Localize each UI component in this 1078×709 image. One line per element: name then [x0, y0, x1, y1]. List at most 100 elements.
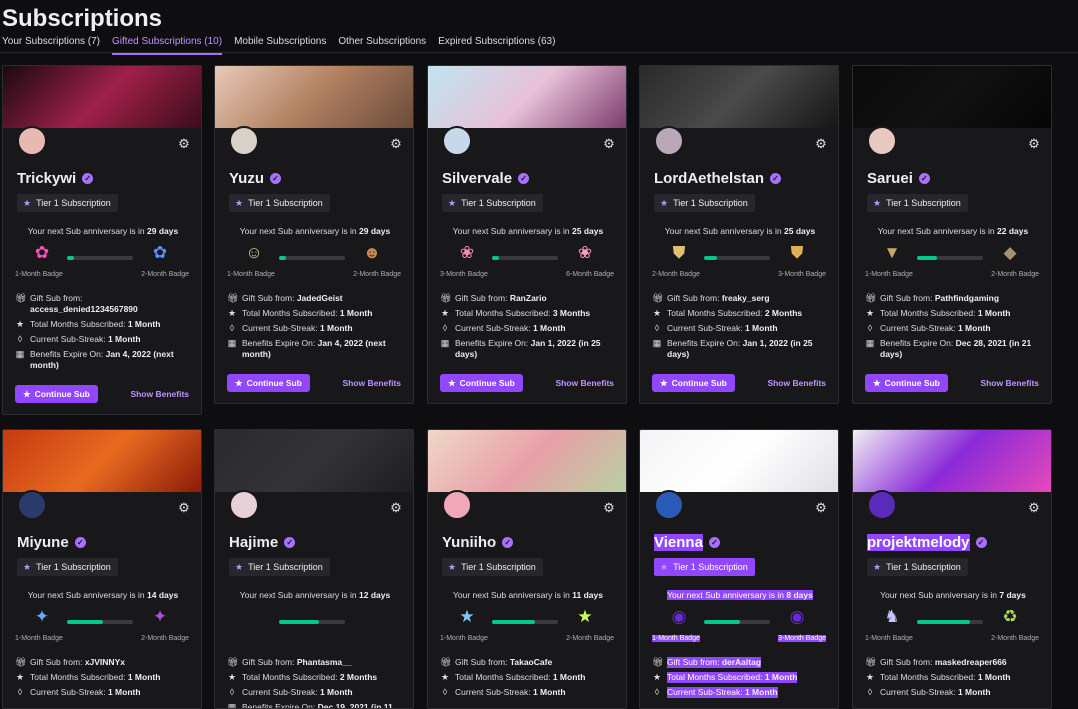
avatar[interactable]	[867, 126, 897, 156]
gear-icon[interactable]: ⚙	[177, 501, 191, 515]
avatar[interactable]	[229, 490, 259, 520]
expire-row: ▦ Benefits Expire On: Jan 1, 2022 (in 25…	[440, 338, 620, 360]
tab-expired-subscriptions[interactable]: Expired Subscriptions (63)	[438, 36, 555, 55]
streak-icon: ◊	[229, 323, 235, 333]
card-actions: ★ Continue Sub Show Benefits	[865, 374, 1039, 392]
tab-mobile-subscriptions[interactable]: Mobile Subscriptions	[234, 36, 326, 55]
subscription-card: ⚙ Hajime ✓ ★ Tier 1 Subscription Your ne…	[214, 429, 414, 709]
tab-gifted-subscriptions[interactable]: Gifted Subscriptions (10)	[112, 36, 223, 55]
channel-name[interactable]: projektmelody	[867, 534, 970, 551]
show-benefits-link[interactable]: Show Benefits	[767, 378, 826, 388]
gift-from-value: Phantasma__	[296, 657, 352, 667]
next-badge-label: 2-Month Badge	[141, 635, 189, 642]
anniversary-prefix: Your next Sub anniversary is in	[27, 590, 145, 600]
channel-name[interactable]: Vienna	[654, 534, 703, 551]
next-badge-label: 6-Month Badge	[566, 271, 614, 278]
avatar[interactable]	[442, 126, 472, 156]
gear-icon[interactable]: ⚙	[177, 137, 191, 151]
channel-name[interactable]: Yuzu	[229, 170, 264, 187]
continue-sub-button[interactable]: ★ Continue Sub	[15, 385, 98, 403]
anniversary-days: 8 days	[786, 590, 813, 600]
next-badge-icon: ❀	[577, 243, 593, 262]
continue-sub-button[interactable]: ★ Continue Sub	[227, 374, 310, 392]
avatar[interactable]	[17, 490, 47, 520]
next-badge-icon: ♻	[1002, 607, 1018, 626]
avatar[interactable]	[17, 126, 47, 156]
gift-from-value: Pathfindgaming	[934, 293, 1000, 303]
subscription-card: ⚙ Yuzu ✓ ★ Tier 1 Subscription Your next…	[214, 65, 414, 404]
badge-progress-bar	[492, 256, 558, 260]
subscription-info: 🎁︎ Gift Sub from: access_denied1234567890…	[15, 293, 195, 375]
gift-from-row: 🎁︎ Gift Sub from: RanZario	[440, 293, 620, 304]
gear-icon[interactable]: ⚙	[814, 501, 828, 515]
anniversary-prefix: Your next Sub anniversary is in	[452, 226, 570, 236]
next-badge-label: 2-Month Badge	[353, 271, 401, 278]
gear-icon[interactable]: ⚙	[602, 137, 616, 151]
tab-your-subscriptions[interactable]: Your Subscriptions (7)	[2, 36, 100, 55]
gear-icon[interactable]: ⚙	[389, 137, 403, 151]
continue-sub-button[interactable]: ★ Continue Sub	[440, 374, 523, 392]
subscription-card: ⚙ Silvervale ✓ ★ Tier 1 Subscription You…	[427, 65, 627, 404]
streak-row: ◊ Current Sub-Streak: 1 Month	[15, 687, 195, 698]
tab-other-subscriptions[interactable]: Other Subscriptions	[338, 36, 426, 55]
avatar[interactable]	[229, 126, 259, 156]
channel-name[interactable]: Hajime	[229, 534, 278, 551]
streak-row: ◊ Current Sub-Streak: 1 Month	[652, 687, 832, 698]
show-benefits-link[interactable]: Show Benefits	[130, 389, 189, 399]
badge-progress-bar	[279, 620, 345, 624]
total-months-value: 3 Months	[552, 308, 591, 318]
gear-icon[interactable]: ⚙	[1027, 501, 1041, 515]
gear-icon[interactable]: ⚙	[814, 137, 828, 151]
anniversary-days: 29 days	[147, 226, 179, 236]
total-months-value: 1 Month	[552, 672, 586, 682]
show-benefits-link[interactable]: Show Benefits	[555, 378, 614, 388]
continue-sub-button[interactable]: ★ Continue Sub	[865, 374, 948, 392]
gift-from-value: JadedGeist	[296, 293, 343, 303]
anniversary-days: 22 days	[997, 226, 1029, 236]
show-benefits-link[interactable]: Show Benefits	[980, 378, 1039, 388]
avatar[interactable]	[442, 490, 472, 520]
channel-banner	[215, 66, 413, 128]
subscription-card: ⚙ Trickywi ✓ ★ Tier 1 Subscription Your …	[2, 65, 202, 415]
avatar[interactable]	[867, 490, 897, 520]
streak-icon: ◊	[442, 687, 448, 697]
anniversary-prefix: Your next Sub anniversary is in	[877, 226, 995, 236]
avatar[interactable]	[654, 490, 684, 520]
expire-label: Benefits Expire On:	[455, 338, 529, 348]
next-badge-icon: ✿	[152, 243, 168, 262]
gift-from-label: Gift Sub from:	[667, 657, 720, 667]
tier-badge: ★ Tier 1 Subscription	[442, 194, 543, 212]
total-months-row: ★ Total Months Subscribed: 1 Month	[865, 672, 1045, 683]
channel-banner	[3, 430, 201, 492]
streak-value: 1 Month	[744, 323, 778, 333]
streak-label: Current Sub-Streak:	[880, 687, 956, 697]
gift-from-row: 🎁︎ Gift Sub from: freaky_serg	[652, 293, 832, 304]
continue-sub-button[interactable]: ★ Continue Sub	[652, 374, 735, 392]
current-badge-icon: ♞	[884, 607, 900, 626]
tier-label: Tier 1 Subscription	[36, 198, 111, 208]
show-benefits-link[interactable]: Show Benefits	[342, 378, 401, 388]
streak-row: ◊ Current Sub-Streak: 1 Month	[440, 323, 620, 334]
gear-icon[interactable]: ⚙	[602, 501, 616, 515]
gift-from-row: 🎁︎ Gift Sub from: Pathfindgaming	[865, 293, 1045, 304]
badge-progress-fill	[492, 256, 499, 260]
badge-progress-fill	[704, 256, 718, 260]
channel-name[interactable]: Silvervale	[442, 170, 512, 187]
channel-name[interactable]: LordAethelstan	[654, 170, 764, 187]
channel-name[interactable]: Saruei	[867, 170, 913, 187]
channel-name[interactable]: Miyune	[17, 534, 69, 551]
streak-value: 1 Month	[107, 687, 141, 697]
verified-icon: ✓	[74, 537, 86, 548]
gear-icon[interactable]: ⚙	[1027, 137, 1041, 151]
gear-icon[interactable]: ⚙	[389, 501, 403, 515]
channel-name[interactable]: Trickywi	[17, 170, 76, 187]
total-months-value: 1 Month	[764, 672, 798, 682]
badge-progress-fill	[67, 620, 104, 624]
calendar-icon: ▦	[227, 338, 237, 348]
channel-name[interactable]: Yuniiho	[442, 534, 496, 551]
anniversary-prefix: Your next Sub anniversary is in	[453, 590, 570, 600]
streak-value: 1 Month	[319, 687, 353, 697]
subscription-card: ⚙ Vienna ✓ ★ Tier 1 Subscription Your ne…	[639, 429, 839, 709]
current-badge-label: 2-Month Badge	[652, 271, 700, 278]
avatar[interactable]	[654, 126, 684, 156]
